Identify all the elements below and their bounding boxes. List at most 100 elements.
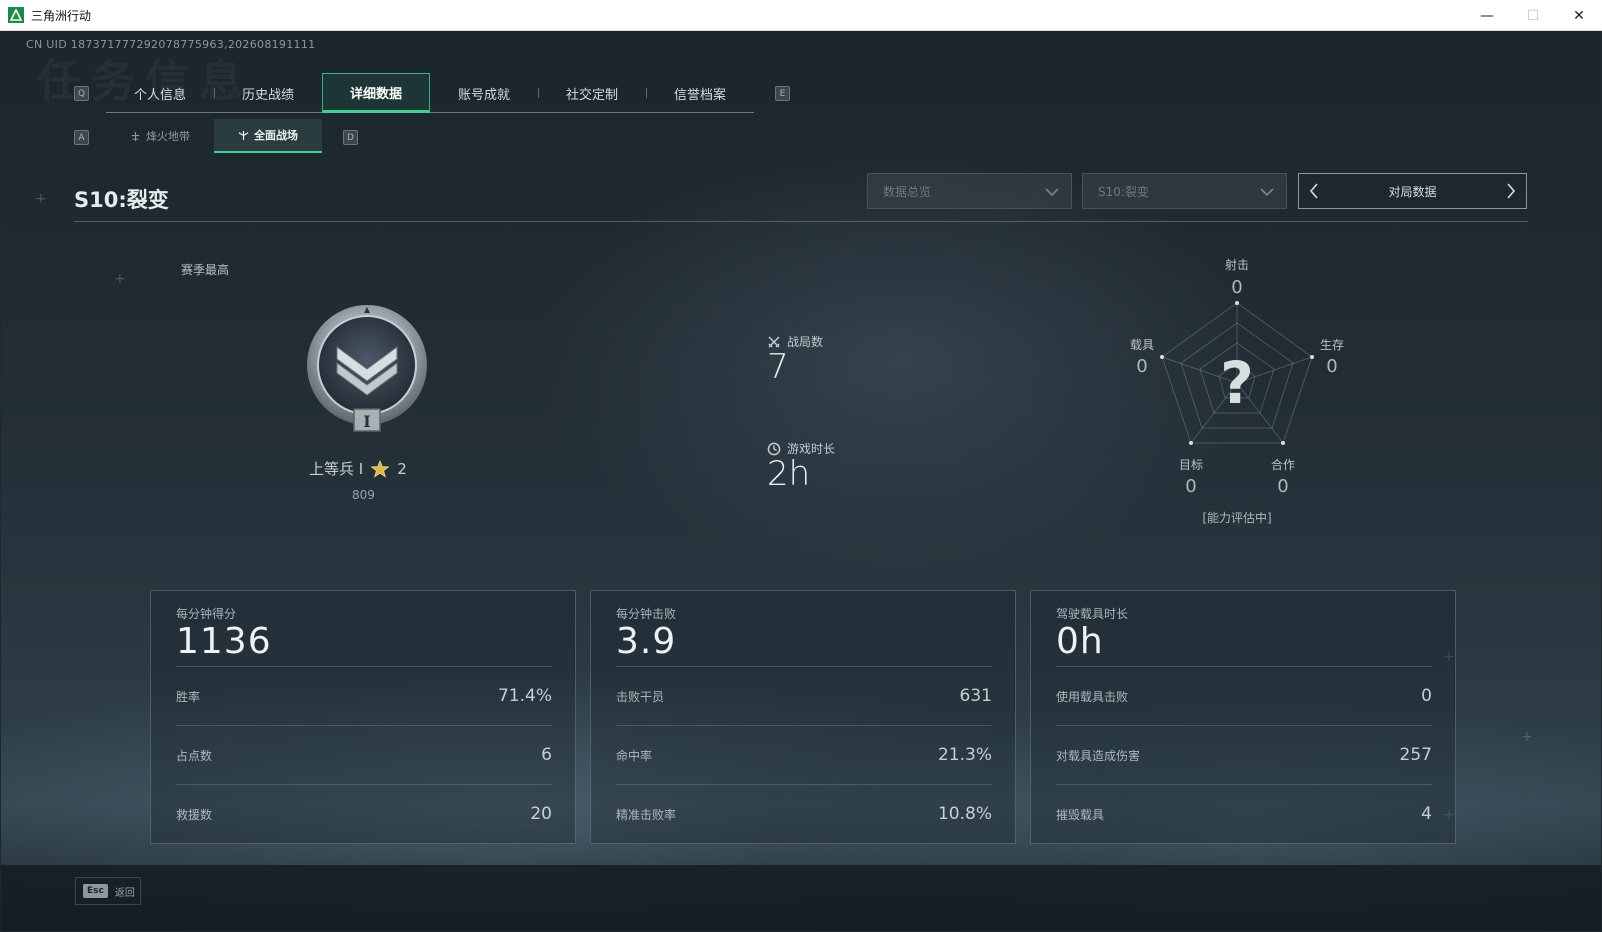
row-label: 使用载具击败 <box>1056 689 1129 704</box>
subtab-warfare[interactable]: 全面战场 <box>214 119 322 153</box>
row-value: 6 <box>541 745 552 765</box>
panel-row: 救援数 20 <box>176 784 552 843</box>
crosshair-decor-icon: + <box>35 191 47 207</box>
footer-bar: Esc 返回 <box>1 865 1601 931</box>
next-subtab-key[interactable]: D <box>343 130 358 145</box>
panel-row: 对载具造成伤害 257 <box>1056 725 1432 784</box>
radar-axis-label: 载具 <box>1130 338 1154 352</box>
mode-tabs: 烽火地带 全面战场 <box>106 119 322 153</box>
radar-status: [能力评估中] <box>1202 510 1271 525</box>
panel-value: 1136 <box>176 621 272 662</box>
row-value: 257 <box>1399 745 1432 765</box>
prev-tab-key[interactable]: Q <box>74 86 89 101</box>
row-label: 击败干员 <box>616 689 665 704</box>
season-high-label: 赛季最高 <box>181 263 230 277</box>
rank-tier-numeral: I <box>363 412 370 431</box>
data-overview-value: 数据总览 <box>883 184 932 199</box>
chevron-right-icon[interactable] <box>1505 182 1517 200</box>
panel-value: 0h <box>1056 621 1104 662</box>
rank-name-row: 上等兵 I 2 <box>309 458 407 479</box>
panel-row: 使用载具击败 0 <box>1056 666 1432 725</box>
season-dropdown[interactable]: S10:裂变 <box>1082 173 1287 209</box>
back-button[interactable]: Esc 返回 <box>75 877 141 905</box>
radar-axis-value: 0 <box>1231 277 1242 298</box>
tab-history[interactable]: 历史战绩 <box>214 73 322 113</box>
radar-axis-value: 0 <box>1136 356 1147 377</box>
panel-row: 命中率 21.3% <box>616 725 992 784</box>
tab-personal-info[interactable]: 个人信息 <box>106 73 214 113</box>
close-button[interactable]: ✕ <box>1556 0 1602 31</box>
panel-label: 驾驶载具时长 <box>1056 607 1129 621</box>
stat-panel-score: 每分钟得分 1136 胜率 71.4% 占点数 6 救援数 20 <box>150 590 576 844</box>
row-label: 对载具造成伤害 <box>1056 748 1141 763</box>
radar-axis-value: 0 <box>1185 476 1196 497</box>
subtab-operations-label: 烽火地带 <box>146 130 190 143</box>
app-logo-icon <box>8 7 24 23</box>
star-icon <box>371 459 390 478</box>
game-main-view: 任务信息 CN UID 1873717772920787759​63,20260… <box>1 31 1601 931</box>
row-label: 胜率 <box>176 689 201 704</box>
panel-value: 3.9 <box>616 621 677 662</box>
next-tab-key[interactable]: E <box>775 86 790 101</box>
data-overview-dropdown[interactable]: 数据总览 <box>867 173 1072 209</box>
row-label: 占点数 <box>176 748 213 763</box>
subtab-warfare-label: 全面战场 <box>254 129 298 142</box>
panel-row: 占点数 6 <box>176 725 552 784</box>
panel-row: 胜率 71.4% <box>176 666 552 725</box>
row-label: 命中率 <box>616 748 653 763</box>
rank-name: 上等兵 I <box>309 460 364 478</box>
row-label: 摧毁载具 <box>1056 807 1105 822</box>
esc-key-badge: Esc <box>83 884 108 898</box>
rank-score: 809 <box>352 488 375 502</box>
chevron-down-icon <box>1045 188 1059 197</box>
season-title: S10:裂变 <box>74 188 169 212</box>
operations-icon <box>131 131 140 141</box>
panel-label: 每分钟击败 <box>616 607 677 621</box>
main-tabs: 个人信息 历史战绩 详细数据 账号成就 社交定制 信誉档案 <box>106 73 754 113</box>
header-divider <box>74 221 1528 222</box>
rank-emblem-icon: I <box>307 305 427 432</box>
row-value: 10.8% <box>937 804 992 824</box>
row-value: 631 <box>959 686 992 706</box>
row-label: 精准击败率 <box>616 807 677 822</box>
radar-axis-label: 射击 <box>1225 257 1249 272</box>
chevron-down-icon <box>1260 188 1274 197</box>
tab-achievements[interactable]: 账号成就 <box>430 73 538 113</box>
panel-row: 精准击败率 10.8% <box>616 784 992 843</box>
crosshair-decor-icon: + <box>1521 729 1533 745</box>
prev-subtab-key[interactable]: A <box>74 130 89 145</box>
radar-axis-value: 0 <box>1277 476 1288 497</box>
window-title: 三角洲行动 <box>31 8 92 23</box>
subtab-operations[interactable]: 烽火地带 <box>106 119 214 153</box>
row-value: 21.3% <box>937 745 992 765</box>
row-value: 71.4% <box>497 686 552 706</box>
back-label: 返回 <box>114 887 135 899</box>
chevron-left-icon[interactable] <box>1308 182 1320 200</box>
panel-label: 每分钟得分 <box>176 607 237 621</box>
tab-detailed-data[interactable]: 详细数据 <box>322 73 430 113</box>
ability-radar-chart: ? 射击 0 生存 0 合作 0 目标 0 载具 0 [能力评估中] <box>1130 257 1344 525</box>
pager-label: 对局数据 <box>1388 184 1437 199</box>
matches-value: 7 <box>767 347 789 387</box>
radar-axis-label: 目标 <box>1179 458 1203 472</box>
uid-text: CN UID 1873717772920787759​63,2026081911… <box>26 38 316 51</box>
window-titlebar: 三角洲行动 — ☐ ✕ <box>0 0 1602 31</box>
row-label: 救援数 <box>176 807 213 822</box>
radar-axis-label: 合作 <box>1271 457 1295 472</box>
row-value: 4 <box>1421 804 1432 824</box>
tab-social[interactable]: 社交定制 <box>538 73 646 113</box>
tab-reputation[interactable]: 信誉档案 <box>646 73 754 113</box>
maximize-button[interactable]: ☐ <box>1510 0 1556 31</box>
panel-row: 摧毁载具 4 <box>1056 784 1432 843</box>
radar-center-mark: ? <box>1220 349 1254 417</box>
stat-panel-kills: 每分钟击败 3.9 击败干员 631 命中率 21.3% 精准击败率 10.8% <box>590 590 1016 844</box>
rank-stars: 2 <box>397 459 407 478</box>
radar-axis-label: 生存 <box>1320 338 1344 352</box>
minimize-button[interactable]: — <box>1464 0 1510 31</box>
row-value: 0 <box>1421 686 1432 706</box>
playtime-value: 2h <box>767 454 811 494</box>
match-data-pager: 对局数据 <box>1298 173 1527 209</box>
stat-panel-vehicle: 驾驶载具时长 0h 使用载具击败 0 对载具造成伤害 257 摧毁载具 4 <box>1030 590 1456 844</box>
crosshair-decor-icon: + <box>114 271 126 287</box>
radar-axis-value: 0 <box>1326 356 1337 377</box>
